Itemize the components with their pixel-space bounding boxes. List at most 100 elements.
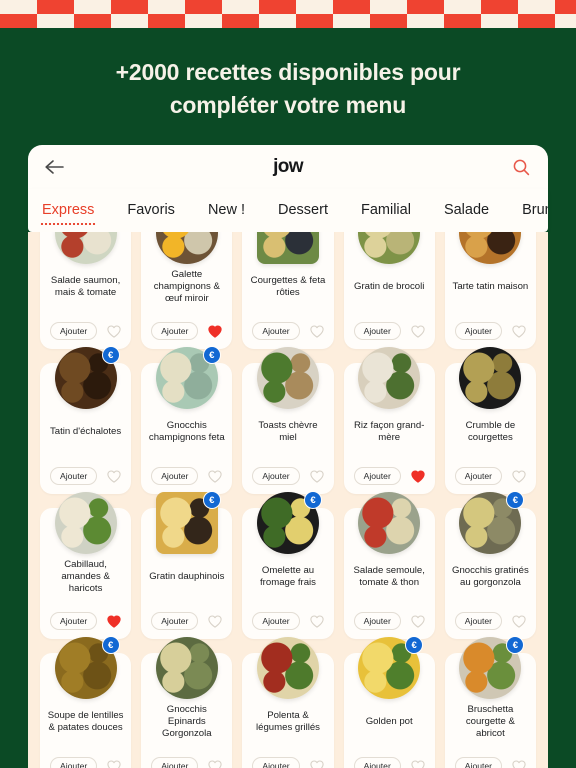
recipe-card-actions: Ajouter [445, 757, 536, 768]
add-recipe-button[interactable]: Ajouter [252, 757, 300, 768]
recipe-card[interactable]: Courgettes & feta rôties Ajouter [242, 232, 334, 349]
heart-icon[interactable] [208, 760, 223, 768]
add-recipe-button[interactable]: Ajouter [50, 757, 98, 768]
recipe-card[interactable]: Salade saumon, mais & tomate Ajouter [40, 232, 132, 349]
recipe-card[interactable]: € Tatin d'échalotes Ajouter [40, 346, 132, 494]
app-screen: +2000 recettes disponibles pour compléte… [0, 0, 576, 768]
checker-square [333, 0, 370, 14]
heart-icon[interactable] [309, 470, 324, 483]
recipe-card[interactable]: € Golden pot Ajouter [343, 636, 435, 768]
recipe-card-actions: Ajouter [40, 757, 131, 768]
recipe-card[interactable]: Riz façon grand-mère Ajouter [343, 347, 435, 494]
recipe-thumbnail: € [459, 636, 525, 699]
add-recipe-button[interactable]: Ajouter [252, 322, 300, 340]
heart-icon[interactable] [411, 325, 425, 338]
recipe-scroll-area[interactable]: Salade saumon, mais & tomateAjouter€Gale… [28, 232, 548, 768]
add-recipe-button[interactable]: Ajouter [353, 322, 401, 340]
euro-badge: € [506, 636, 525, 654]
heart-icon[interactable] [107, 615, 121, 628]
checker-square [296, 14, 333, 28]
recipe-card[interactable]: € Bruschetta courgette & abricot Ajouter [444, 636, 536, 768]
checker-square [37, 0, 74, 14]
recipe-card-actions: Ajouter [445, 322, 536, 349]
recipe-thumbnail [358, 347, 421, 409]
heart-icon[interactable] [512, 470, 526, 483]
add-recipe-button[interactable]: Ajouter [454, 322, 503, 340]
app-window: jow Express Favoris New ! Dessert Familial Sa… [28, 145, 548, 768]
add-recipe-button[interactable]: Ajouter [454, 612, 503, 630]
heart-icon[interactable] [512, 325, 526, 338]
checker-square [481, 0, 518, 14]
heart-icon[interactable] [107, 470, 121, 483]
recipe-card-actions: Ajouter [242, 322, 333, 349]
recipe-thumbnail: € [155, 232, 218, 264]
arrow-left-icon[interactable] [42, 154, 68, 180]
checker-square [111, 0, 148, 14]
add-recipe-button[interactable]: Ajouter [50, 612, 98, 630]
heart-icon[interactable] [411, 615, 425, 628]
tab-express[interactable]: Express [39, 202, 97, 225]
recipe-card[interactable]: € Soupe de lentilles & patates douces Ajou… [40, 636, 132, 768]
heart-icon[interactable] [512, 615, 526, 628]
recipe-card[interactable]: Toasts chèvre miel Ajouter [242, 347, 334, 494]
add-recipe-button[interactable]: Ajouter [50, 467, 98, 485]
add-recipe-button[interactable]: Ajouter [151, 612, 199, 630]
recipe-card[interactable]: € Gnocchis champignons feta Ajouter [141, 346, 233, 494]
add-recipe-button[interactable]: Ajouter [252, 612, 300, 630]
checker-square [0, 14, 37, 28]
recipe-card[interactable]: Tarte tatin maison Ajouter [444, 232, 536, 349]
recipe-card-actions: Ajouter [344, 757, 435, 768]
brand-logo: jow [273, 156, 303, 177]
recipe-card-actions: Ajouter [445, 467, 536, 494]
recipe-card[interactable]: €Galette champignons & œuf miroirAjouter [141, 232, 233, 349]
heart-icon[interactable] [411, 760, 425, 768]
add-recipe-button[interactable]: Ajouter [151, 322, 199, 340]
add-recipe-button[interactable]: Ajouter [353, 467, 401, 485]
recipe-thumbnail: € [459, 491, 525, 554]
search-icon[interactable] [508, 154, 534, 180]
checker-square [555, 0, 576, 14]
tab-favoris[interactable]: Favoris [127, 202, 175, 220]
heart-icon[interactable] [309, 760, 324, 768]
recipe-card[interactable]: €Gratin de brocoliAjouter [343, 232, 435, 349]
tab-dessert[interactable]: Dessert [278, 202, 328, 220]
recipe-card-actions: Ajouter [40, 322, 131, 349]
recipe-card[interactable]: Cabillaud, amandes & haricots Ajouter [40, 492, 132, 639]
add-recipe-button[interactable]: Ajouter [151, 467, 199, 485]
heart-icon[interactable] [107, 760, 121, 768]
recipe-card-actions: Ajouter [242, 467, 333, 494]
recipe-thumbnail: € [155, 491, 221, 554]
recipe-card[interactable]: Crumble de courgettes Ajouter [444, 347, 536, 494]
recipe-card[interactable]: € Omelette au fromage frais Ajouter [242, 491, 334, 639]
heart-icon[interactable] [208, 470, 223, 483]
tab-salade[interactable]: Salade [444, 202, 489, 220]
recipe-card[interactable]: € Gratin dauphinois Ajouter [141, 491, 233, 639]
add-recipe-button[interactable]: Ajouter [151, 757, 199, 768]
heart-icon[interactable] [309, 615, 324, 628]
recipe-card-actions: Ajouter [344, 467, 435, 494]
recipe-card-actions: Ajouter [141, 612, 232, 639]
tab-familial[interactable]: Familial [361, 202, 411, 220]
add-recipe-button[interactable]: Ajouter [454, 467, 503, 485]
heart-icon[interactable] [512, 760, 526, 768]
heart-icon[interactable] [309, 325, 324, 338]
tab-brunch[interactable]: Brunch [522, 202, 548, 220]
heart-icon[interactable] [208, 325, 223, 338]
heart-icon[interactable] [107, 325, 121, 338]
add-recipe-button[interactable]: Ajouter [353, 612, 401, 630]
recipe-card[interactable]: Salade semoule, tomate & thon Ajouter [343, 492, 435, 639]
recipe-card[interactable]: € Gnocchis gratinés au gorgonzola Ajouter [444, 491, 536, 639]
heart-icon[interactable] [208, 615, 223, 628]
add-recipe-button[interactable]: Ajouter [353, 757, 401, 768]
recipe-card[interactable]: Polenta & légumes grillés Ajouter [242, 637, 334, 768]
add-recipe-button[interactable]: Ajouter [454, 757, 503, 768]
add-recipe-button[interactable]: Ajouter [50, 322, 98, 340]
add-recipe-button[interactable]: Ajouter [252, 467, 300, 485]
recipe-card[interactable]: Gnocchis Epinards Gorgonzola Ajouter [141, 637, 233, 768]
recipe-thumbnail [155, 637, 218, 699]
heart-icon[interactable] [411, 470, 425, 483]
category-tabbar[interactable]: Express Favoris New ! Dessert Familial Salade… [28, 189, 548, 232]
tab-new[interactable]: New ! [208, 202, 245, 220]
recipe-thumbnail: € [155, 346, 221, 409]
recipe-image [459, 347, 522, 409]
